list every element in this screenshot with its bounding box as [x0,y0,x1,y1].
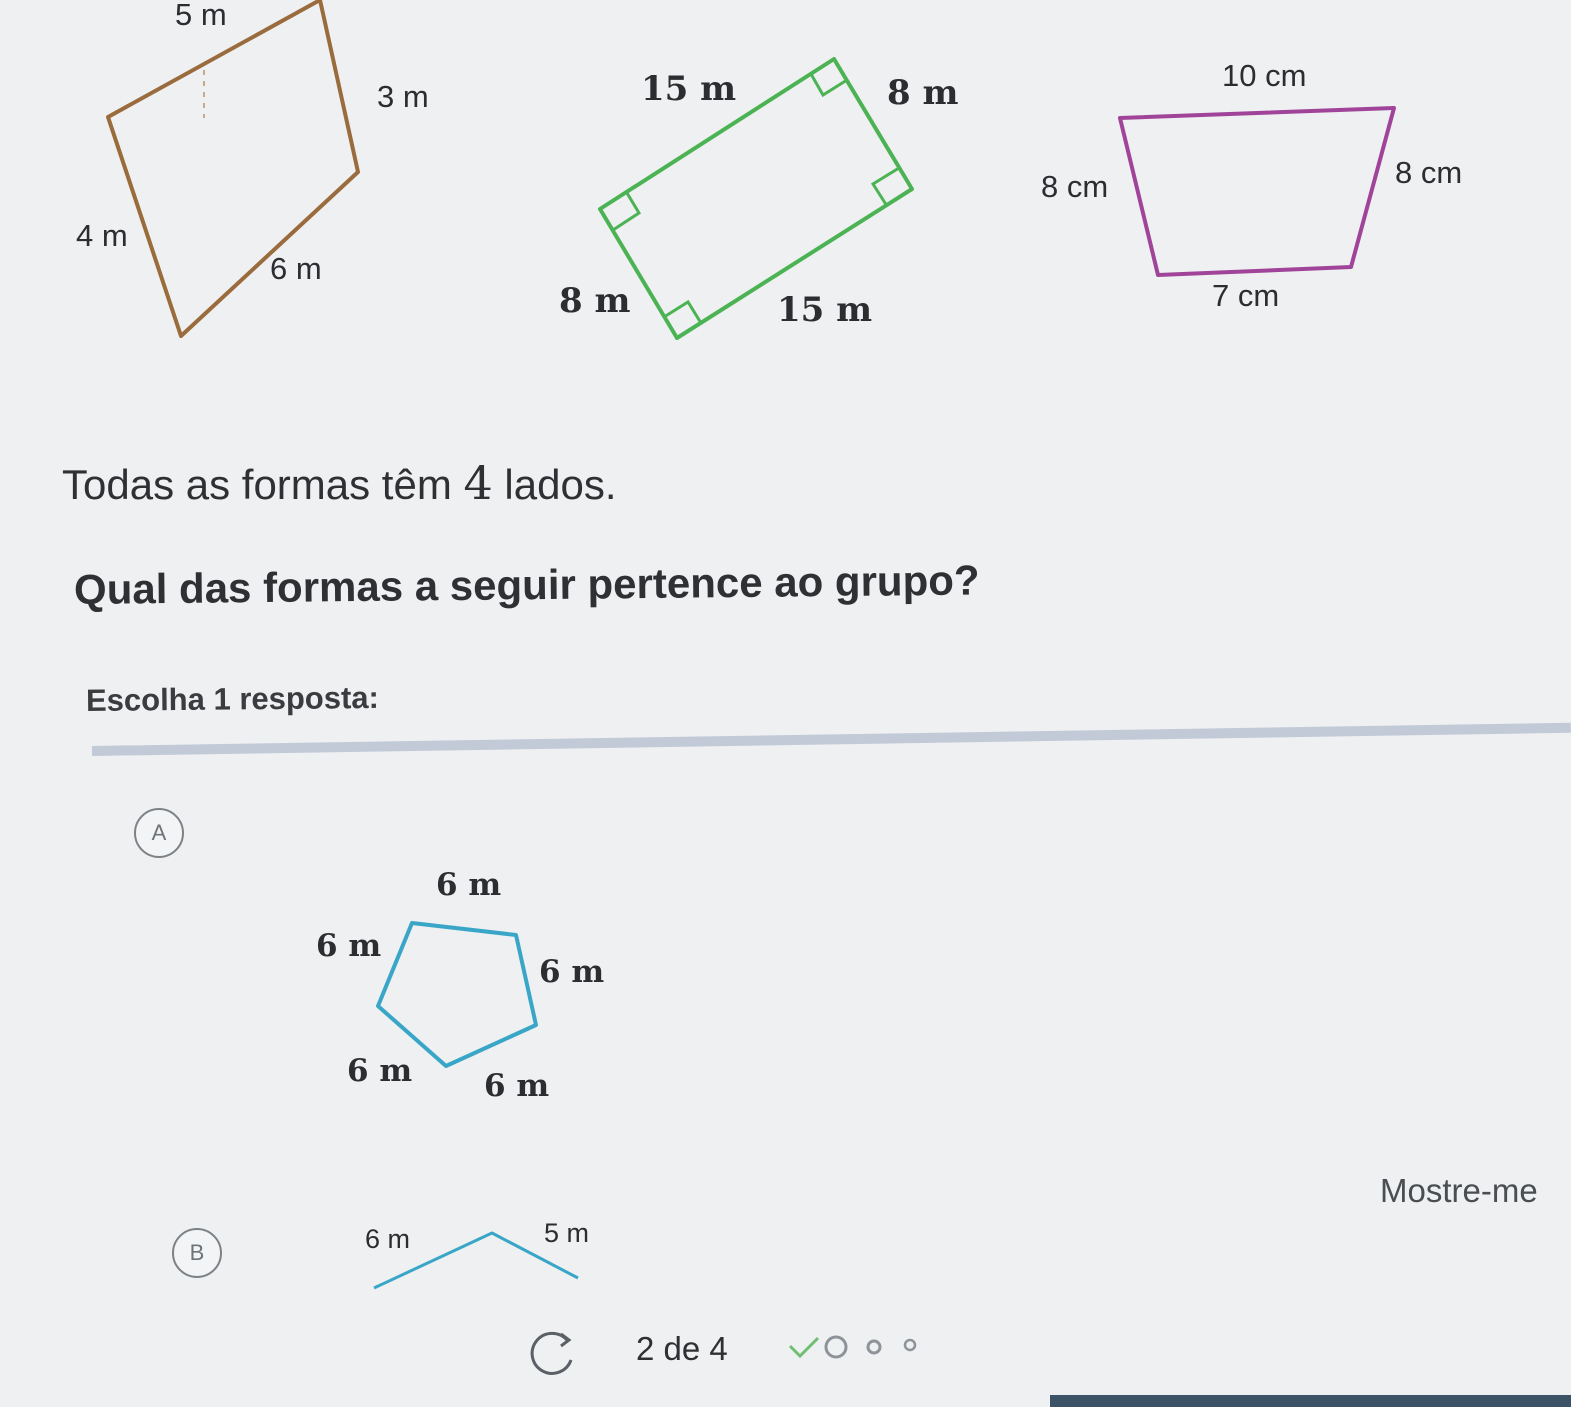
progress-dots [786,1328,926,1373]
question-text: Qual das formas a seguir pertence ao gru… [73,556,980,613]
restart-icon[interactable] [527,1326,579,1381]
statement-number: 4 [463,456,493,510]
check-icon [788,1336,820,1359]
small-dot-icon [903,1338,917,1352]
statement-text: Todas as formas têm 4 lados. [62,456,617,510]
choice-a-letter: A [151,820,167,845]
bottom-bar [1050,1395,1571,1407]
trap-label-top: 10 cm [1222,58,1306,93]
figure-trapezoid-purple: 10 cm 8 cm 8 cm 7 cm [0,0,1571,360]
trapezoid-shape [1118,106,1396,277]
statement-before: Todas as formas têm [62,461,464,508]
trap-label-right: 8 cm [1395,155,1462,190]
choice-a-radio[interactable]: A [134,808,184,858]
divider [91,722,1571,756]
circle-icon [824,1335,848,1359]
choice-b-option[interactable] [160,1200,620,1310]
trap-label-left: 8 cm [1041,169,1108,204]
instruction-text: Escolha 1 resposta: [85,679,380,718]
statement-after: lados. [492,461,617,508]
progress-indicator: 2 de 4 [636,1330,728,1367]
small-dot-icon [866,1339,882,1355]
choice-a-option[interactable] [120,800,720,1120]
show-me-button[interactable]: Mostre-me [1380,1172,1538,1210]
choice-b-letter: B [189,1240,205,1265]
trap-label-bottom: 7 cm [1212,278,1279,313]
trapezoid-svg: 10 cm 8 cm 8 cm 7 cm [1041,58,1462,313]
choice-b-radio[interactable]: B [172,1228,222,1278]
